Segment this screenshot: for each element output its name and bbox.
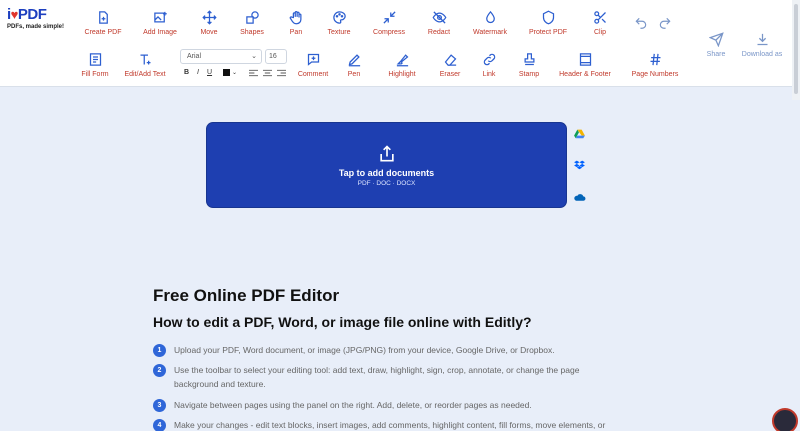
section-heading: How to edit a PDF, Word, or image file o…	[153, 314, 532, 330]
logo[interactable]: i♥PDF PDFs, made simple!	[7, 6, 73, 36]
download-icon	[757, 33, 767, 46]
clip-button[interactable]: Clip	[569, 10, 631, 36]
tool-label: Move	[200, 29, 218, 36]
scissors-icon	[593, 11, 606, 24]
chevron-down-icon[interactable]: ⌄	[232, 69, 237, 76]
onedrive-icon[interactable]	[573, 191, 586, 204]
tool-label: Fill Form	[81, 71, 109, 78]
text-plus-icon	[140, 54, 150, 65]
tool-label: Watermark	[473, 29, 507, 36]
upload-formats: PDF · DOC · DOCX	[357, 179, 416, 187]
hash-icon	[650, 53, 660, 66]
highlighter-icon	[396, 54, 408, 67]
shapes-icon	[245, 11, 259, 24]
link-icon	[483, 53, 495, 66]
move-icon	[201, 10, 217, 25]
undo-icon[interactable]	[634, 16, 648, 30]
hand-icon	[289, 10, 301, 25]
share-label: Share	[706, 51, 726, 58]
stamp-button[interactable]: Stamp	[498, 52, 560, 78]
download-label: Download as	[741, 51, 783, 58]
send-icon	[708, 32, 724, 47]
tool-label: Create PDF	[84, 29, 122, 36]
tool-label: Pen	[347, 71, 361, 78]
edit-add-text-button[interactable]: Edit/Add Text	[114, 52, 176, 78]
tool-label: Shapes	[240, 29, 264, 36]
step-text: Use the toolbar to select your editing t…	[174, 365, 580, 389]
heart-icon: ♥	[10, 7, 19, 22]
tool-label: Clip	[593, 29, 607, 36]
step-number: 2	[153, 364, 166, 377]
upload-dropzone[interactable]: Tap to add documents PDF · DOC · DOCX	[206, 122, 567, 208]
chat-avatar[interactable]	[772, 408, 798, 431]
dropbox-icon[interactable]	[573, 159, 586, 172]
tool-label: Page Numbers	[631, 71, 679, 78]
watermark-button[interactable]: Watermark	[459, 10, 521, 36]
align-center-icon[interactable]	[263, 69, 272, 77]
file-plus-icon	[98, 11, 108, 24]
step-number: 1	[153, 344, 166, 357]
download-button[interactable]: Download as	[731, 32, 793, 58]
comment-plus-icon	[307, 53, 319, 66]
step-text: Upload your PDF, Word document, or image…	[174, 345, 555, 355]
page-numbers-button[interactable]: Page Numbers	[624, 52, 686, 78]
logo-tagline: PDFs, made simple!	[7, 24, 65, 30]
font-size-value: 16	[269, 53, 277, 60]
tool-label: Edit/Add Text	[124, 71, 166, 78]
eraser-icon	[444, 54, 456, 66]
stamp-icon	[524, 53, 534, 66]
underline-button[interactable]: U	[207, 69, 212, 76]
tool-label: Add Image	[143, 29, 177, 36]
tool-label: Header & Footer	[559, 71, 611, 78]
list-item: 2 Use the toolbar to select your editing…	[153, 363, 623, 391]
redo-icon[interactable]	[658, 16, 672, 30]
bold-button[interactable]: B	[184, 69, 189, 76]
list-item: 3 Navigate between pages using the panel…	[153, 398, 623, 412]
step-number: 4	[153, 419, 166, 431]
eye-off-icon	[432, 11, 446, 24]
form-icon	[89, 53, 101, 66]
font-family-select[interactable]: Arial ⌄	[180, 49, 262, 64]
text-color-swatch[interactable]	[223, 69, 230, 76]
image-plus-icon	[153, 11, 167, 23]
step-number: 3	[153, 399, 166, 412]
step-text: Navigate between pages using the panel o…	[174, 400, 532, 410]
align-left-icon[interactable]	[249, 69, 258, 77]
tool-label: Link	[482, 71, 496, 78]
upload-icon	[379, 144, 394, 161]
list-item: 4 Make your changes - edit text blocks, …	[153, 418, 623, 431]
tool-label: Pan	[289, 29, 303, 36]
tool-label: Redact	[427, 29, 451, 36]
compress-icon	[382, 11, 396, 24]
main-toolbar: i♥PDF PDFs, made simple! Create PDF Add …	[0, 0, 800, 87]
tool-label: Compress	[373, 29, 405, 36]
droplet-icon	[485, 10, 495, 24]
tool-label: Highlight	[388, 71, 416, 78]
palette-icon	[332, 11, 346, 24]
list-item: 1 Upload your PDF, Word document, or ima…	[153, 343, 623, 357]
tool-label: Stamp	[518, 71, 540, 78]
tool-label: Protect PDF	[528, 29, 568, 36]
shield-icon	[542, 10, 554, 25]
upload-title: Tap to add documents	[338, 167, 435, 178]
page-title: Free Online PDF Editor	[153, 286, 340, 305]
scrollbar-thumb[interactable]	[794, 4, 798, 94]
chevron-down-icon: ⌄	[251, 53, 257, 60]
create-pdf-button[interactable]: Create PDF	[72, 10, 134, 36]
pen-icon	[348, 54, 360, 67]
font-family-value: Arial	[187, 53, 202, 60]
italic-button[interactable]: I	[197, 69, 199, 76]
header-footer-button[interactable]: Header & Footer	[554, 52, 616, 78]
step-text: Make your changes - edit text blocks, in…	[174, 420, 606, 430]
header-footer-icon	[579, 53, 591, 66]
logo-suffix: PDF	[17, 6, 47, 23]
google-drive-icon[interactable]	[573, 128, 586, 141]
tool-label: Texture	[327, 29, 351, 36]
